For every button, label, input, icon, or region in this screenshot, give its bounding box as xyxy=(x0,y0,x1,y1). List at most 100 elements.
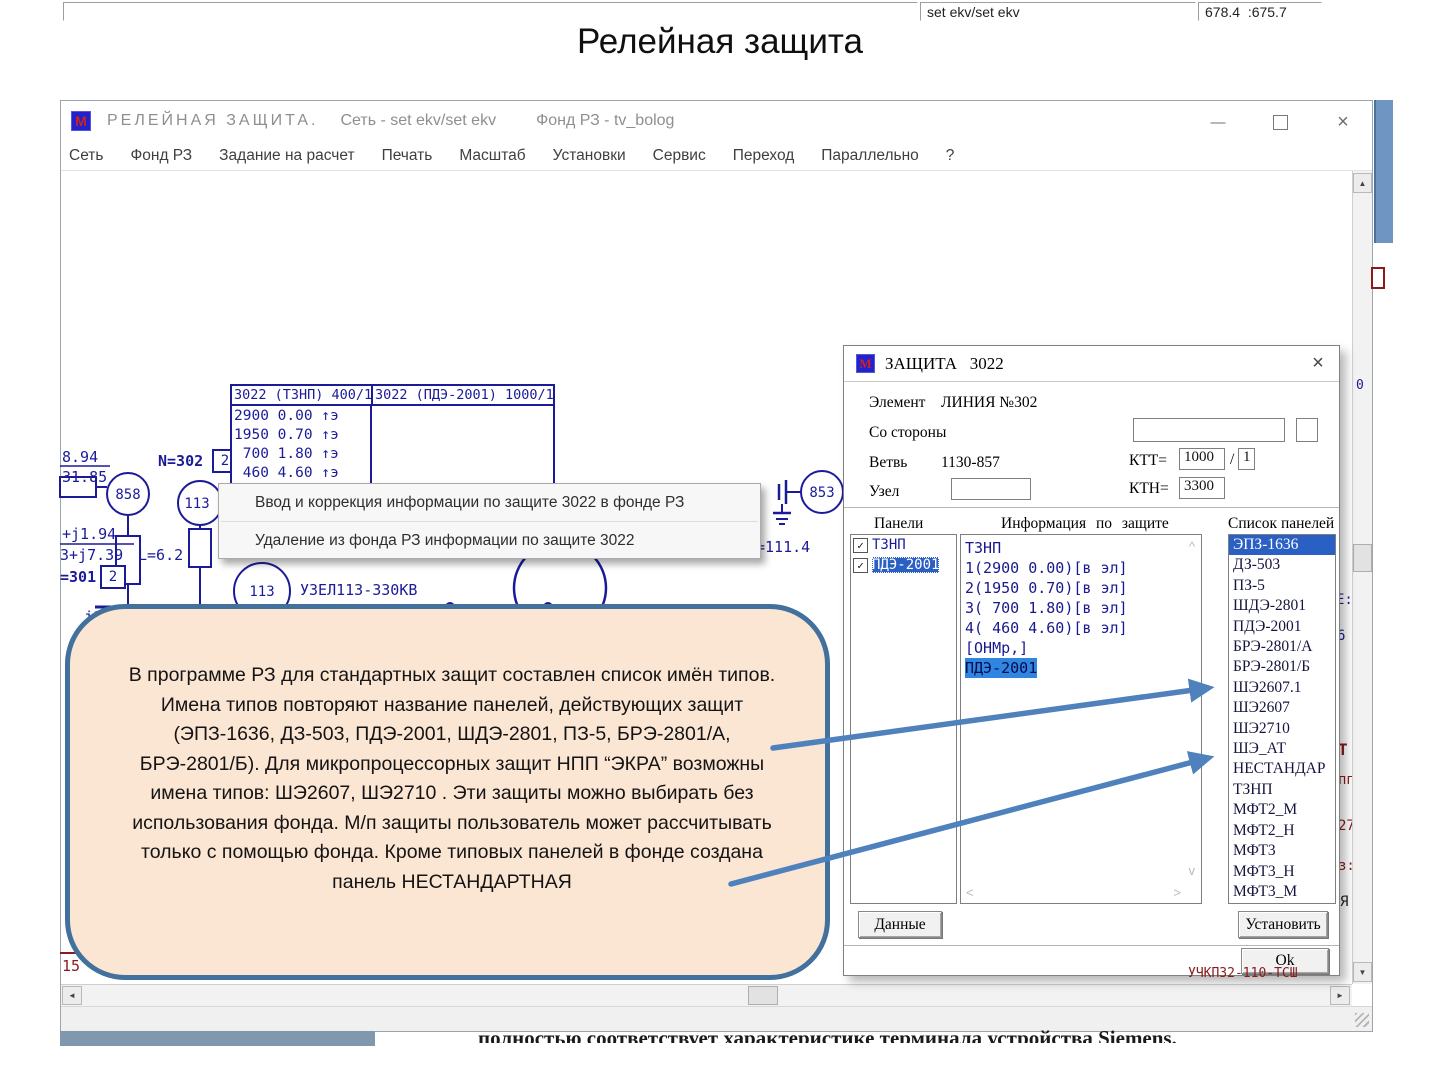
panel-type-item[interactable]: БРЭ-2801/А xyxy=(1229,637,1335,657)
menu-transition[interactable]: Переход xyxy=(733,147,795,165)
close-button[interactable]: × xyxy=(1330,112,1356,132)
panel-type-item[interactable]: ДЗ-503 xyxy=(1229,555,1335,575)
context-menu-item-delete[interactable]: Удаление из фонда РЗ информации по защит… xyxy=(219,522,760,559)
background-blue-strip xyxy=(1374,100,1393,243)
red-branch-name-label: УЧКП32-110-ТСШ xyxy=(1188,966,1298,981)
scroll-left-icon[interactable]: < xyxy=(966,885,974,900)
horizontal-scroll-thumb[interactable] xyxy=(748,986,778,1005)
panel-type-listbox: ЭПЗ-1636 ДЗ-503 ПЗ-5 ШДЭ-2801 ПДЭ-2001 Б… xyxy=(1228,534,1336,904)
menu-service[interactable]: Сервис xyxy=(653,147,706,165)
scroll-right-icon[interactable]: > xyxy=(1173,885,1181,900)
ktn-input[interactable]: 3300 xyxy=(1179,477,1225,499)
arrow-right-icon: ► xyxy=(1336,991,1344,1000)
dialog-close-button[interactable]: × xyxy=(1307,352,1329,374)
ktt-input[interactable]: 1000 xyxy=(1179,448,1225,470)
maximize-button[interactable] xyxy=(1267,112,1293,132)
info-line-label: ПДЭ-2001 xyxy=(965,658,1037,678)
panel-item-pde2001[interactable]: ✓ ПДЭ-2001 xyxy=(851,555,956,575)
dialog-logo-icon: M xyxy=(856,354,875,373)
panels-header: Панели xyxy=(874,515,923,533)
window-title-fund: Фонд РЗ - tv_bolog xyxy=(536,112,674,130)
table-empty-cell xyxy=(372,406,553,482)
table-row: 460 4.60 ↑э xyxy=(234,464,368,483)
table-row: 1950 0.70 ↑э xyxy=(234,426,368,445)
info-header: Информация по защите xyxy=(1001,515,1169,533)
line-length-label: L=6.2 xyxy=(138,546,183,564)
panel-type-item[interactable]: НЕСТАНДАР xyxy=(1229,759,1335,779)
panel-type-item[interactable]: МФТ2_М xyxy=(1229,800,1335,820)
menu-task[interactable]: Задание на расчет xyxy=(219,147,354,165)
panel-type-item[interactable]: ШДЭ-2801 xyxy=(1229,596,1335,616)
data-button[interactable]: Данные xyxy=(858,911,942,938)
node-input[interactable] xyxy=(951,478,1031,500)
clipped-bottom-text-container: полностью соответствует характеристике т… xyxy=(478,1029,1358,1043)
menu-settings[interactable]: Установки xyxy=(553,147,626,165)
info-line: 2(1950 0.70)[в эл] xyxy=(961,578,1201,598)
fragment-0: 0 xyxy=(1356,378,1364,393)
dialog-title: ЗАЩИТА 3022 xyxy=(885,354,1004,374)
side-input[interactable] xyxy=(1133,418,1285,442)
app-logo-icon: M xyxy=(71,111,91,131)
panel-type-item[interactable]: ШЭ2710 xyxy=(1229,719,1335,739)
vertical-scroll-thumb[interactable] xyxy=(1353,544,1372,572)
panel-type-item[interactable]: МФТ3_Н xyxy=(1229,862,1335,882)
set-button[interactable]: Установить xyxy=(1238,911,1328,938)
bus-name-label: УЗЕЛ113-330КВ xyxy=(300,581,417,599)
menu-help[interactable]: ? xyxy=(946,147,955,165)
panel-type-item[interactable]: МФТ2_Н xyxy=(1229,821,1335,841)
panel-type-item[interactable]: ШЭ_АТ xyxy=(1229,739,1335,759)
scroll-left-button[interactable]: ◄ xyxy=(62,986,82,1005)
branch-n301-box: 2 xyxy=(100,565,126,589)
ktt-separator: / xyxy=(1230,451,1234,469)
menu-print[interactable]: Печать xyxy=(382,147,433,165)
context-menu-item-edit[interactable]: Ввод и коррекция информации по защите 30… xyxy=(219,484,760,521)
status-bar xyxy=(61,1006,1372,1031)
panel-type-item[interactable]: МФТ3 xyxy=(1229,841,1335,861)
scroll-up-button[interactable]: ▲ xyxy=(1353,173,1372,193)
scroll-down-button[interactable]: ▼ xyxy=(1353,962,1372,982)
menu-fund-rz[interactable]: Фонд РЗ xyxy=(130,147,192,165)
ktt-denominator-input[interactable]: 1 xyxy=(1238,448,1255,470)
power-numerator: +j1.94 xyxy=(62,525,116,543)
minimize-button[interactable]: — xyxy=(1205,112,1231,132)
menu-scale[interactable]: Масштаб xyxy=(459,147,525,165)
impedance-numerator: 8.94 xyxy=(62,448,98,466)
dialog-separator xyxy=(844,945,1339,946)
panel-type-item[interactable]: ПДЭ-2001 xyxy=(1229,617,1335,637)
dialog-titlebar[interactable]: M ЗАЩИТА 3022 × xyxy=(844,346,1339,382)
slide-title: Релейная защита xyxy=(0,22,1440,62)
panel-type-item[interactable]: БРЭ-2801/Б xyxy=(1229,657,1335,677)
info-line: 3( 700 1.80)[в эл] xyxy=(961,598,1201,618)
info-line-selected[interactable]: ПДЭ-2001 xyxy=(961,658,1201,678)
clipped-bottom-text: полностью соответствует характеристике т… xyxy=(478,1029,1358,1043)
scroll-down-icon[interactable]: v xyxy=(1189,863,1196,878)
menu-parallel[interactable]: Параллельно xyxy=(821,147,919,165)
horizontal-scrollbar[interactable] xyxy=(61,984,1352,1006)
checkbox-checked-icon[interactable]: ✓ xyxy=(853,538,868,553)
panel-type-item[interactable]: ПЗ-5 xyxy=(1229,576,1335,596)
side-aux-input[interactable] xyxy=(1296,418,1318,442)
side-label: Со стороны xyxy=(869,424,946,442)
scroll-right-button[interactable]: ► xyxy=(1330,986,1350,1005)
element-label: Элемент xyxy=(869,394,925,412)
checkbox-checked-icon[interactable]: ✓ xyxy=(853,558,868,573)
info-listbox[interactable]: ТЗНП 1(2900 0.00)[в эл] 2(1950 0.70)[в э… xyxy=(960,534,1202,904)
table-header-pde: 3022 (ПДЭ-2001) 1000/1 xyxy=(373,386,556,404)
callout-bubble: В программе РЗ для стандартных защит сос… xyxy=(65,604,830,980)
panel-type-item[interactable]: ТЗНП xyxy=(1229,780,1335,800)
info-line: [ОНМр,] xyxy=(961,638,1201,658)
resize-grip[interactable] xyxy=(1355,1013,1369,1027)
branch-label: Ветвь xyxy=(869,454,907,472)
scroll-up-icon[interactable]: ^ xyxy=(1189,539,1195,554)
minimize-icon: — xyxy=(1211,114,1226,131)
vertical-scrollbar[interactable] xyxy=(1352,171,1372,984)
impedance-denominator: 31.85 xyxy=(62,468,107,486)
panel-item-tznp[interactable]: ✓ ТЗНП xyxy=(851,535,956,555)
panel-type-item-selected[interactable]: ЭПЗ-1636 xyxy=(1229,535,1335,555)
window-titlebar[interactable]: M РЕЛЕЙНАЯ ЗАЩИТА. Сеть - set ekv/set ek… xyxy=(61,101,1372,141)
panel-type-item[interactable]: ШЭ2607.1 xyxy=(1229,678,1335,698)
menu-set[interactable]: Сеть xyxy=(69,147,103,165)
edge-fragment: Т xyxy=(1338,740,1353,759)
panel-type-item[interactable]: ШЭ2607 xyxy=(1229,698,1335,718)
panel-type-item[interactable]: МФТ3_М xyxy=(1229,882,1335,902)
